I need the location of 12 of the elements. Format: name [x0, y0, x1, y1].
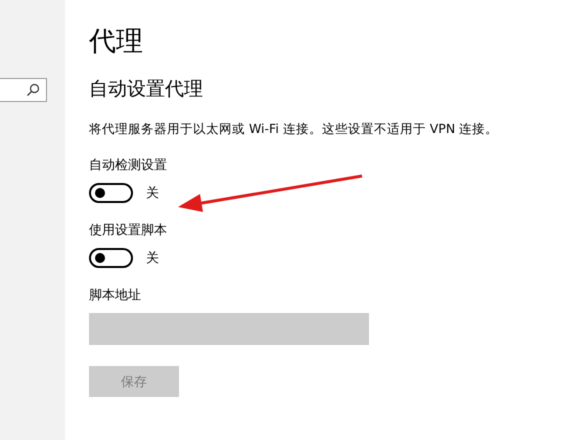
- setting-label: 使用设置脚本: [89, 222, 167, 240]
- page-title: 代理: [89, 25, 143, 59]
- setting-label: 脚本地址: [89, 287, 142, 305]
- search-icon: [26, 83, 40, 97]
- description-text: 将代理服务器用于以太网或 Wi-Fi 连接。这些设置不适用于 VPN 连接。: [89, 120, 498, 138]
- toggle-switch[interactable]: [89, 183, 133, 203]
- section-title: 自动设置代理: [89, 77, 203, 102]
- setting-label: 自动检测设置: [89, 157, 167, 175]
- toggle-state-text: 关: [146, 250, 159, 267]
- toggle-switch[interactable]: [89, 248, 133, 268]
- search-field[interactable]: [0, 78, 47, 102]
- toggle-state-text: 关: [146, 185, 159, 202]
